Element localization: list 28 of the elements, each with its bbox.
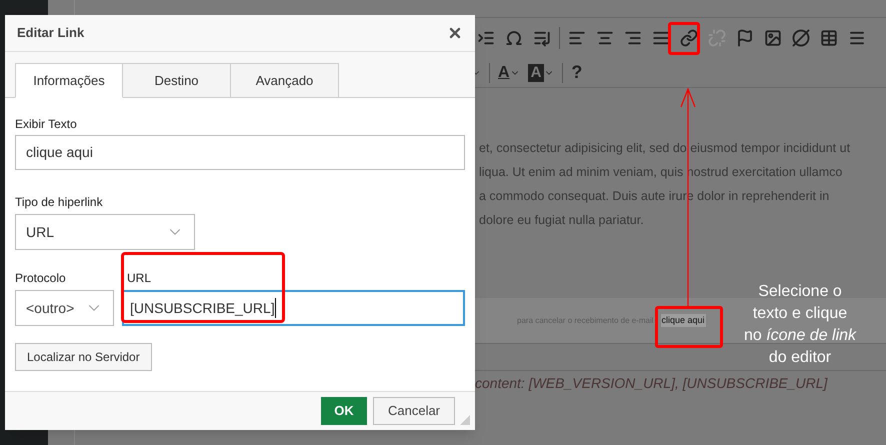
tab[interactable]: Destino [123, 63, 231, 98]
paragraph-line: dolore eu fugiat nulla pariatur. [479, 212, 645, 229]
cancel-button[interactable]: Cancelar [373, 397, 455, 425]
annotation-text: Selecione o texto e clique no ícone de link do editor [742, 282, 858, 368]
dialog-title: Editar Link [17, 24, 84, 42]
text-color-button[interactable]: A [498, 60, 520, 84]
field-label: Tipo de hiperlink [15, 194, 104, 211]
merge-tags-text: content: [WEB_VERSION_URL], [UNSUBSCRIBE_URL] [474, 374, 829, 393]
input-field[interactable]: [UNSUBSCRIBE_URL] [122, 290, 465, 326]
ok-button[interactable]: OK [321, 397, 367, 425]
help-button[interactable]: ? [571, 59, 582, 86]
link-icon[interactable] [678, 27, 700, 49]
field-label: Exibir Texto [15, 116, 78, 133]
highlight-frame [655, 306, 723, 348]
input-field[interactable]: clique aqui [15, 135, 465, 170]
highlight-frame [668, 22, 700, 55]
tab[interactable]: Informações [15, 63, 123, 98]
paragraph-line: et, consectetur adipisicing elit, sed do eiusmod tempor incididunt ut [479, 140, 852, 157]
select-field[interactable]: <outro> [15, 290, 114, 326]
circle-slash-icon[interactable] [790, 27, 812, 49]
close-icon[interactable] [447, 25, 463, 41]
unsubscribe-link[interactable]: clique aqui [660, 314, 706, 328]
browse-server-button[interactable]: Localizar no Servidor [15, 343, 152, 371]
field-label: Protocolo [15, 270, 67, 287]
resize-handle-icon[interactable] [460, 415, 470, 425]
select-field[interactable]: URL [15, 214, 195, 250]
field-label: URL [126, 270, 152, 287]
tab[interactable]: Avançado [231, 63, 339, 98]
